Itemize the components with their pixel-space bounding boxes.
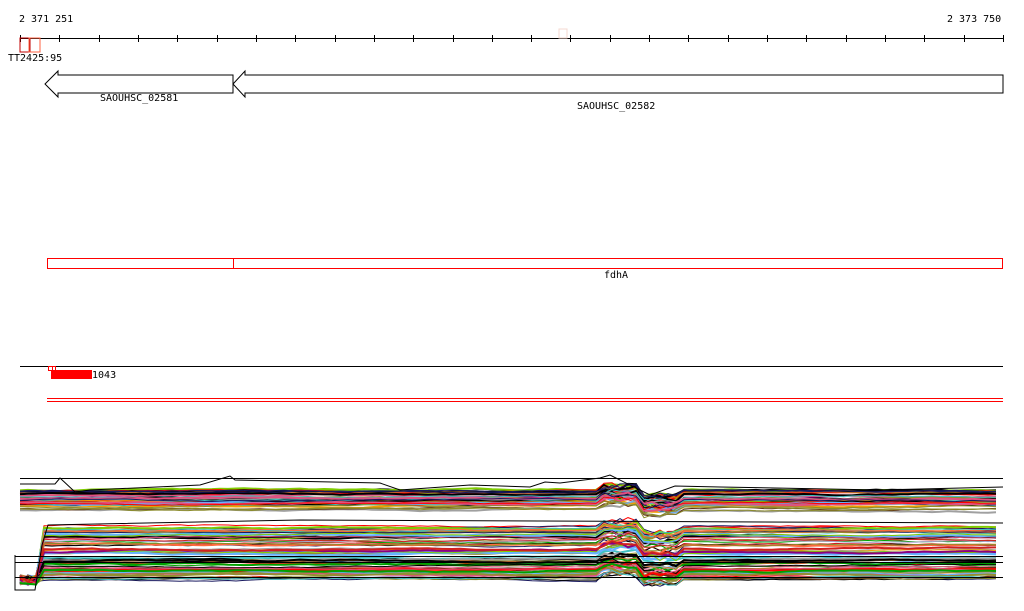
position-marker[interactable]	[558, 28, 568, 39]
gene-label-saouhsc-02582: SAOUHSC_02582	[577, 101, 656, 112]
coordinate-ruler	[20, 35, 1004, 42]
marker-label: TT2425:95	[8, 53, 63, 64]
small-marker-2	[52, 366, 56, 371]
marker-box-right[interactable]	[28, 37, 41, 53]
gene-arrow-saouhsc-02582[interactable]	[232, 69, 1004, 99]
gene-label-saouhsc-02581: SAOUHSC_02581	[100, 93, 179, 104]
genome-browser-canvas[interactable]	[0, 0, 1024, 611]
operon-label-fdhA: fdhA	[604, 270, 629, 281]
expression-profile-tracks	[14, 474, 1004, 591]
feature-d1043-bar[interactable]	[51, 370, 92, 379]
ruler-end-label: 2 373 750	[947, 14, 1002, 25]
ruler-start-label: 2 371 251	[19, 14, 74, 25]
small-marker-1	[48, 366, 53, 371]
operon-fdhA-box[interactable]	[47, 258, 1003, 269]
